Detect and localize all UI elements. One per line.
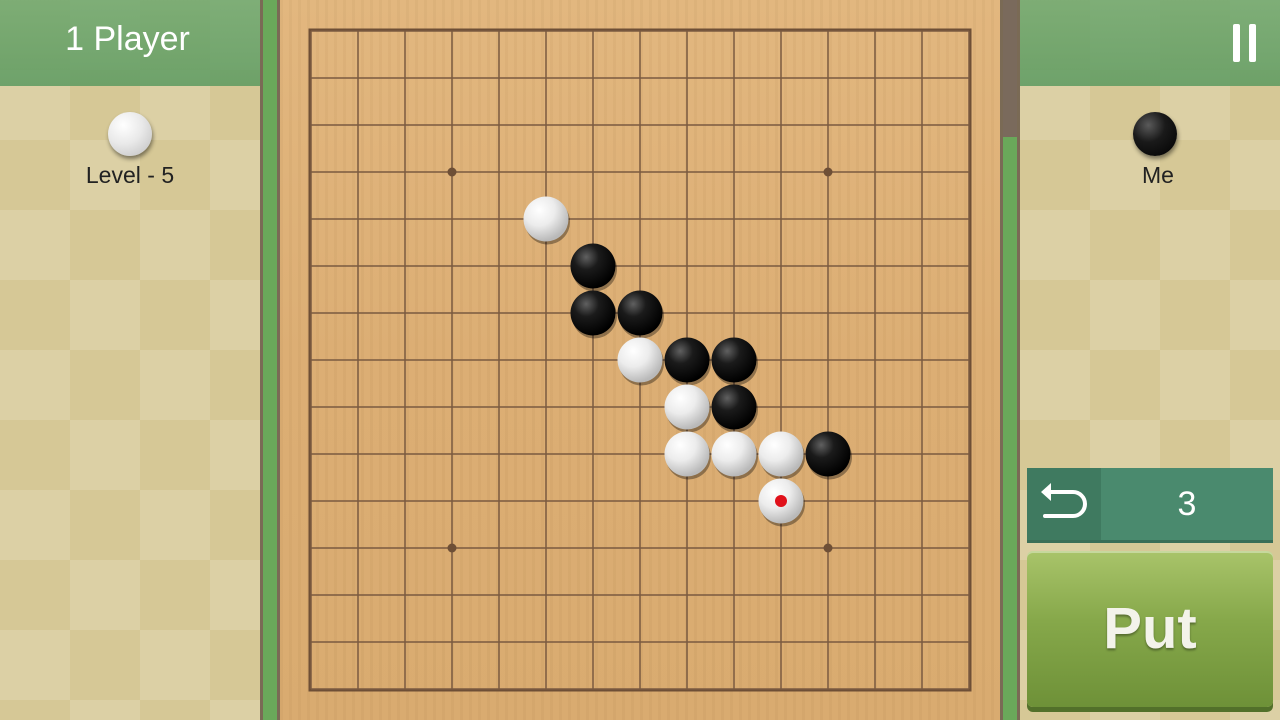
put-button[interactable]: Put (1027, 551, 1273, 707)
game-board[interactable] (280, 0, 1000, 720)
undo-icon (1027, 468, 1101, 540)
white-stone (711, 431, 758, 480)
player-timer-fill (1003, 136, 1017, 720)
star-point (447, 543, 457, 553)
board-grid[interactable] (280, 0, 1000, 720)
black-stone (570, 290, 617, 339)
star-point (823, 543, 833, 553)
black-stone (711, 384, 758, 433)
player-label: Me (1142, 162, 1174, 188)
white-stone (664, 431, 711, 480)
opponent-timer-rail (260, 0, 280, 720)
opponent-label: Level - 5 (85, 162, 175, 188)
player-timer-rail (1000, 0, 1020, 720)
pause-icon[interactable] (1230, 24, 1260, 64)
black-stone (664, 337, 711, 386)
page-title: 1 Player (65, 20, 190, 58)
black-stone (711, 337, 758, 386)
star-point (447, 167, 457, 177)
black-stone (570, 243, 617, 292)
black-stone (805, 431, 852, 480)
left-panel (0, 0, 260, 720)
player-stone-icon (1133, 112, 1177, 156)
white-stone (617, 337, 664, 386)
black-stone (617, 290, 664, 339)
undo-button[interactable]: 3 (1027, 468, 1273, 540)
white-stone (664, 384, 711, 433)
white-stone (758, 431, 805, 480)
star-point (823, 167, 833, 177)
white-stone (523, 196, 570, 245)
undo-count: 3 (1177, 485, 1197, 523)
last-move-marker (775, 495, 787, 507)
opponent-stone-icon (108, 112, 152, 156)
